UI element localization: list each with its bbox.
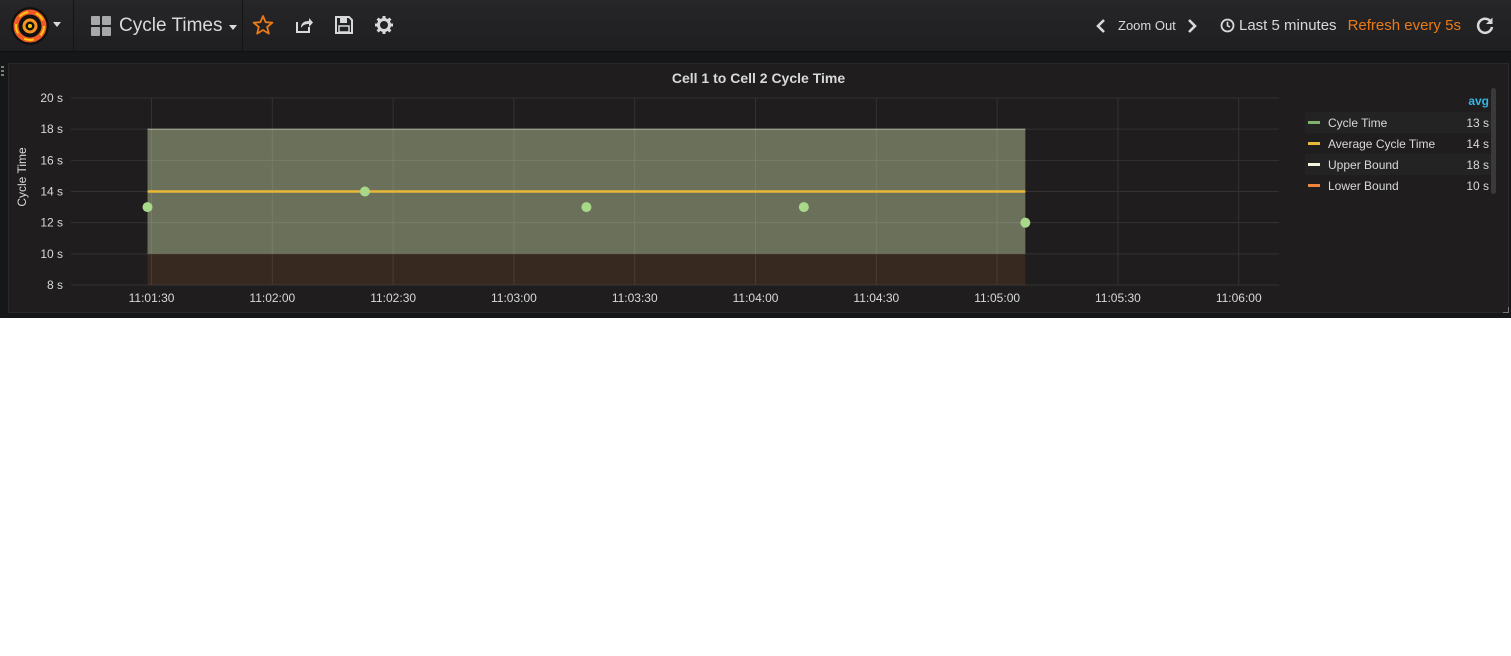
y-tick-label: 8 s [47,278,63,292]
graph-legend: avg Cycle Time 13 s Average Cycle Time 14 s… [1305,94,1495,196]
y-tick-label: 20 s [40,91,63,105]
legend-avg-value: 18 s [1466,157,1489,172]
cycle-time-point[interactable] [1020,217,1031,228]
legend-swatch[interactable] [1308,163,1320,166]
refresh-interval-label[interactable]: Refresh every 5s [1348,17,1461,34]
lower-bound-area [147,253,1026,285]
chevron-down-icon [53,22,61,27]
legend-series-name[interactable]: Cycle Time [1328,116,1449,130]
legend-avg-value: 13 s [1466,115,1489,130]
grafana-menu-button[interactable] [0,0,74,51]
chevron-left-icon[interactable] [1094,17,1108,35]
share-icon[interactable] [293,14,315,36]
y-axis: 8 s 10 s 12 s 14 s 16 s 18 s 20 s [40,91,63,292]
star-icon[interactable] [252,14,274,36]
y-tick-label: 14 s [40,185,63,199]
y-tick-label: 18 s [40,122,63,136]
legend-swatch[interactable] [1308,184,1320,187]
legend-item[interactable]: Upper Bound 18 s [1305,154,1495,175]
x-tick-label: 11:03:00 [491,291,537,305]
legend-avg-value: 14 s [1466,136,1489,151]
refresh-icon[interactable] [1474,15,1496,37]
legend-avg-header[interactable]: avg [1305,94,1495,112]
chevron-down-icon [229,25,238,30]
clock-icon [1220,18,1235,33]
app-root: Cycle Times Zoom Out Last 5 minutes Refr… [0,0,1511,318]
x-tick-label: 11:01:30 [129,291,175,305]
gear-icon[interactable] [373,14,395,36]
legend-scrollbar[interactable] [1491,88,1496,194]
legend-item[interactable]: Cycle Time 13 s [1305,112,1495,133]
legend-item[interactable]: Lower Bound 10 s [1305,175,1495,196]
x-tick-label: 11:02:00 [249,291,295,305]
legend-avg-value: 10 s [1466,178,1489,193]
cycle-time-point[interactable] [359,186,370,197]
x-tick-label: 11:04:30 [853,291,899,305]
y-tick-label: 16 s [40,153,63,167]
legend-swatch[interactable] [1308,142,1320,145]
legend-series-name[interactable]: Lower Bound [1328,179,1449,193]
y-tick-label: 12 s [40,216,63,230]
grafana-logo-icon [11,7,49,45]
cycle-time-point[interactable] [142,202,153,213]
cycle-time-point[interactable] [581,202,592,213]
graph-panel: Cell 1 to Cell 2 Cycle Time 8 s 10 s 12 s1… [8,63,1509,313]
legend-series-name[interactable]: Upper Bound [1328,158,1449,172]
legend-swatch[interactable] [1308,121,1320,124]
x-tick-label: 11:06:00 [1216,291,1262,305]
x-tick-label: 11:03:30 [612,291,658,305]
x-tick-label: 11:04:00 [733,291,779,305]
time-range-button[interactable]: Last 5 minutes [1220,17,1337,34]
time-range-label: Last 5 minutes [1239,17,1337,34]
x-tick-label: 11:05:30 [1095,291,1141,305]
zoom-controls: Zoom Out [1094,0,1199,51]
x-tick-label: 11:02:30 [370,291,416,305]
legend-rows: Cycle Time 13 s Average Cycle Time 14 s Uppe… [1305,112,1495,196]
x-tick-label: 11:05:00 [974,291,1020,305]
x-axis: 11:01:30 11:02:00 11:02:30 11:03:00 11:03:30… [129,291,1262,305]
chevron-right-icon[interactable] [1185,17,1199,35]
cycle-time-point[interactable] [798,202,809,213]
panel-resize-handle[interactable] [1503,307,1509,313]
row-drag-handle[interactable] [0,66,5,80]
dashboard-grid-icon [91,15,111,36]
graph-chart: 8 s10 s12 s14 s16 s18 s20 s 11:01:30 11:0… [15,91,1279,305]
y-tick-label: 10 s [40,247,63,261]
dashboard-picker[interactable]: Cycle Times [74,0,243,51]
legend-series-name[interactable]: Average Cycle Time [1328,137,1449,151]
y-axis-label: Cycle Time [15,147,29,207]
dashboard-title: Cycle Times [119,14,223,36]
top-navbar: Cycle Times Zoom Out Last 5 minutes Refr… [0,0,1511,52]
legend-item[interactable]: Average Cycle Time 14 s [1305,133,1495,154]
zoom-out-button[interactable]: Zoom Out [1118,18,1176,33]
save-icon[interactable] [333,14,355,36]
time-picker[interactable]: Last 5 minutes Refresh every 5s [1220,0,1461,51]
